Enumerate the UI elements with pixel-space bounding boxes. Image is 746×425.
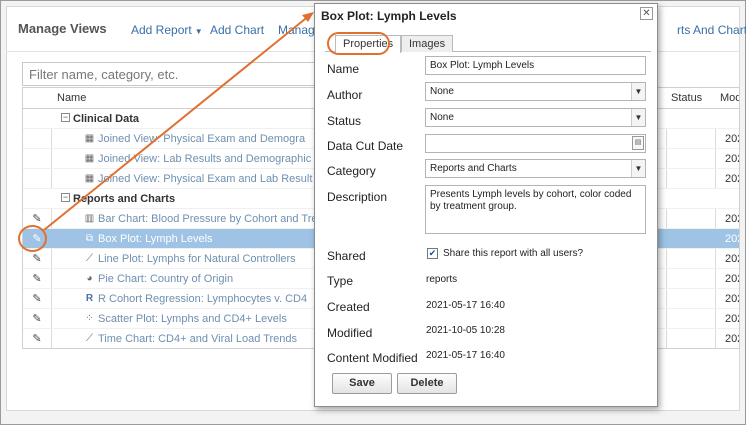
shared-text: Share this report with all users? (443, 248, 584, 259)
chevron-down-icon[interactable]: ▼ (631, 83, 645, 100)
highlight-tab-circle (327, 32, 390, 55)
description-textarea[interactable]: Presents Lymph levels by cohort, color c… (425, 185, 646, 234)
close-icon[interactable]: ✕ (640, 7, 653, 20)
category-value: Reports and Charts (430, 163, 517, 174)
tab-images[interactable]: Images (401, 35, 454, 52)
calendar-icon[interactable]: ▤ (632, 136, 644, 150)
created-value: 2021-05-17 16:40 (426, 300, 505, 311)
status-select[interactable]: None ▼ (425, 108, 646, 127)
delete-button[interactable]: Delete (397, 373, 457, 394)
modified-value: 2021-10-05 10:28 (426, 325, 505, 336)
dialog-title: Box Plot: Lymph Levels (321, 9, 457, 23)
author-label: Author (327, 88, 363, 102)
category-label: Category (327, 164, 376, 178)
author-select[interactable]: None ▼ (425, 82, 646, 101)
save-button[interactable]: Save (332, 373, 392, 394)
highlight-circle (18, 225, 47, 252)
chevron-down-icon[interactable]: ▼ (631, 109, 645, 126)
content-modified-label: Content Modified (327, 351, 418, 365)
properties-dialog: Box Plot: Lymph Levels ✕ Properties Imag… (314, 3, 658, 407)
type-label: Type (327, 274, 354, 288)
author-value: None (430, 86, 454, 97)
data-cut-date-field[interactable]: ▤ (425, 134, 646, 153)
status-label: Status (327, 114, 362, 128)
content-modified-value: 2021-05-17 16:40 (426, 350, 505, 361)
data-cut-date-label: Data Cut Date (327, 139, 404, 153)
description-label: Description (327, 190, 388, 204)
shared-label: Shared (327, 249, 366, 263)
type-value: reports (426, 274, 458, 285)
category-select[interactable]: Reports and Charts ▼ (425, 159, 646, 178)
created-label: Created (327, 300, 370, 314)
status-value: None (430, 112, 454, 123)
name-field[interactable]: Box Plot: Lymph Levels (425, 56, 646, 75)
shared-checkbox[interactable]: ✔ (427, 248, 438, 259)
chevron-down-icon[interactable]: ▼ (631, 160, 645, 177)
modified-label: Modified (327, 326, 373, 340)
name-label: Name (327, 62, 360, 76)
